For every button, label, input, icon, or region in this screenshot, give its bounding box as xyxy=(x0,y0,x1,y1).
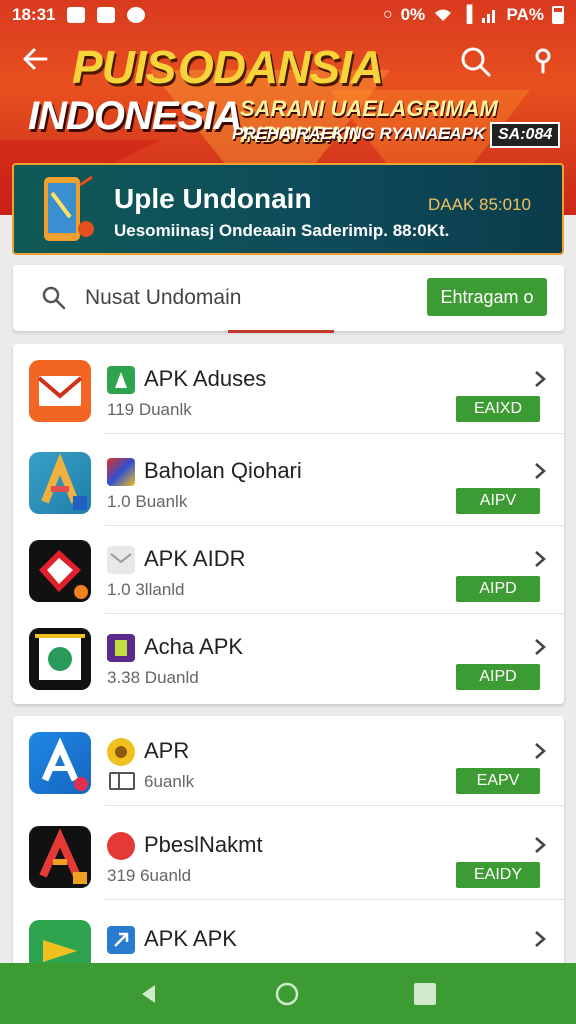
list-item[interactable]: Baholan Qiohari 1.0 Buanlk AIPV xyxy=(13,436,564,526)
arrow-left-icon xyxy=(23,48,48,70)
chevron-right-icon xyxy=(535,639,546,655)
wifi-icon xyxy=(435,9,452,21)
colorful-app-icon xyxy=(107,458,135,486)
download-button[interactable]: AIPD xyxy=(456,576,540,602)
app-title: Baholan Qiohari xyxy=(144,458,302,483)
search-icon xyxy=(461,47,491,77)
battery-icon xyxy=(552,6,564,24)
play-store-icon xyxy=(107,366,135,394)
app-list-card: APR 6uanlk EAPV PbeslNakmt 319 6uanld EA… xyxy=(13,716,564,982)
status-text: 0% xyxy=(400,5,426,24)
blue-arrow-icon xyxy=(107,926,135,954)
signal-icon: ▐ xyxy=(461,6,473,23)
app-title: Acha APK xyxy=(144,634,244,659)
notification-icon xyxy=(97,7,116,23)
system-navigation-bar xyxy=(0,963,576,1024)
header-badge-boxed: SA:084 xyxy=(490,122,561,148)
chevron-right-icon xyxy=(535,463,546,479)
notification-icon xyxy=(127,7,146,23)
promo-badge: DAAK 85:010 xyxy=(428,195,532,214)
alarm-icon: ○ xyxy=(382,6,393,23)
header-tagline-secondary: PREHAIRAEKING RYANAN xyxy=(232,124,451,143)
list-item[interactable]: PbeslNakmt 319 6uanld EAIDY xyxy=(13,810,564,900)
download-button[interactable]: AIPD xyxy=(456,664,540,690)
gem-app-icon xyxy=(29,540,91,602)
chevron-right-icon xyxy=(535,743,546,759)
promo-title: Uple Undonain xyxy=(114,183,312,214)
header-search-button[interactable] xyxy=(458,44,498,84)
header-title-sub: INDONESIA xyxy=(28,94,242,138)
chevron-right-icon xyxy=(535,837,546,853)
header-title-right: ODANSIA xyxy=(178,41,384,93)
chevron-right-icon xyxy=(535,931,546,947)
list-item[interactable]: APK Aduses 119 Duanlk EAIXD xyxy=(13,344,564,434)
chevron-right-icon xyxy=(535,371,546,387)
app-subtitle: 319 6uanld xyxy=(107,866,192,885)
promo-description: Uesomiinasj Ondeaain Saderimip. 88:0Kt. xyxy=(114,221,450,240)
header-title-left: PUIS xyxy=(72,41,176,93)
letter-a-dark-app-icon xyxy=(29,826,91,888)
notification-icon xyxy=(67,7,86,23)
battery-text: PA% xyxy=(506,5,544,24)
search-input[interactable] xyxy=(85,283,405,313)
app-store-icon xyxy=(29,732,91,794)
search-focus-indicator xyxy=(228,330,334,333)
app-title: APK APK xyxy=(144,926,237,951)
nav-home-icon[interactable] xyxy=(274,981,300,1007)
app-subtitle: 1.0 Buanlk xyxy=(107,492,188,511)
search-card: Ehtragam o xyxy=(13,265,564,331)
download-button[interactable]: AIPV xyxy=(456,488,540,514)
app-title: APK AIDR xyxy=(144,546,246,571)
divider xyxy=(105,899,564,900)
divider xyxy=(105,805,564,806)
app-list-card: APK Aduses 119 Duanlk EAIXD Baholan Qioh… xyxy=(13,344,564,704)
more-options-button[interactable] xyxy=(528,44,558,84)
app-title: APR xyxy=(144,738,190,763)
app-subtitle: 3.38 Duanld xyxy=(107,668,199,687)
list-item[interactable]: Acha APK 3.38 Duanld AIPD xyxy=(13,612,564,702)
divider xyxy=(105,433,564,434)
nav-recents-icon[interactable] xyxy=(414,983,436,1005)
letter-a-app-icon xyxy=(29,452,91,514)
frog-app-icon xyxy=(29,628,91,690)
status-time: 18:31 xyxy=(12,5,56,24)
search-submit-button[interactable]: Ehtragam o xyxy=(427,278,547,316)
app-subtitle: 6uanlk xyxy=(144,772,195,791)
purple-app-icon xyxy=(107,634,135,662)
info-icon xyxy=(535,48,551,74)
nav-back-icon[interactable] xyxy=(136,981,162,1007)
app-subtitle: 119 Duanlk xyxy=(107,400,192,419)
app-subtitle: 1.0 3llanld xyxy=(107,580,185,599)
envelope-icon xyxy=(107,546,135,574)
header-badge: EAPK xyxy=(438,124,486,143)
back-button[interactable] xyxy=(20,44,56,80)
list-item[interactable]: APK AIDR 1.0 3llanld AIPD xyxy=(13,524,564,614)
app-title: PbeslNakmt xyxy=(144,832,263,857)
app-title: APK Aduses xyxy=(144,366,267,391)
mail-app-icon xyxy=(29,360,91,422)
promo-banner[interactable]: Uple Undonain Uesomiinasj Ondeaain Sader… xyxy=(12,163,564,255)
download-button[interactable]: EAIDY xyxy=(456,862,540,888)
search-icon xyxy=(42,286,66,310)
download-button[interactable]: EAIXD xyxy=(456,396,540,422)
status-bar: 18:31 ○ 0% ▐ PA% xyxy=(0,0,576,30)
signal-bars-icon xyxy=(481,10,495,23)
badge-icon xyxy=(107,832,135,860)
sun-icon xyxy=(107,738,135,766)
list-item[interactable]: APR 6uanlk EAPV xyxy=(13,716,564,806)
phone-icon xyxy=(44,175,94,241)
chevron-right-icon xyxy=(535,551,546,567)
download-button[interactable]: EAPV xyxy=(456,768,540,794)
storage-icon xyxy=(109,772,135,790)
